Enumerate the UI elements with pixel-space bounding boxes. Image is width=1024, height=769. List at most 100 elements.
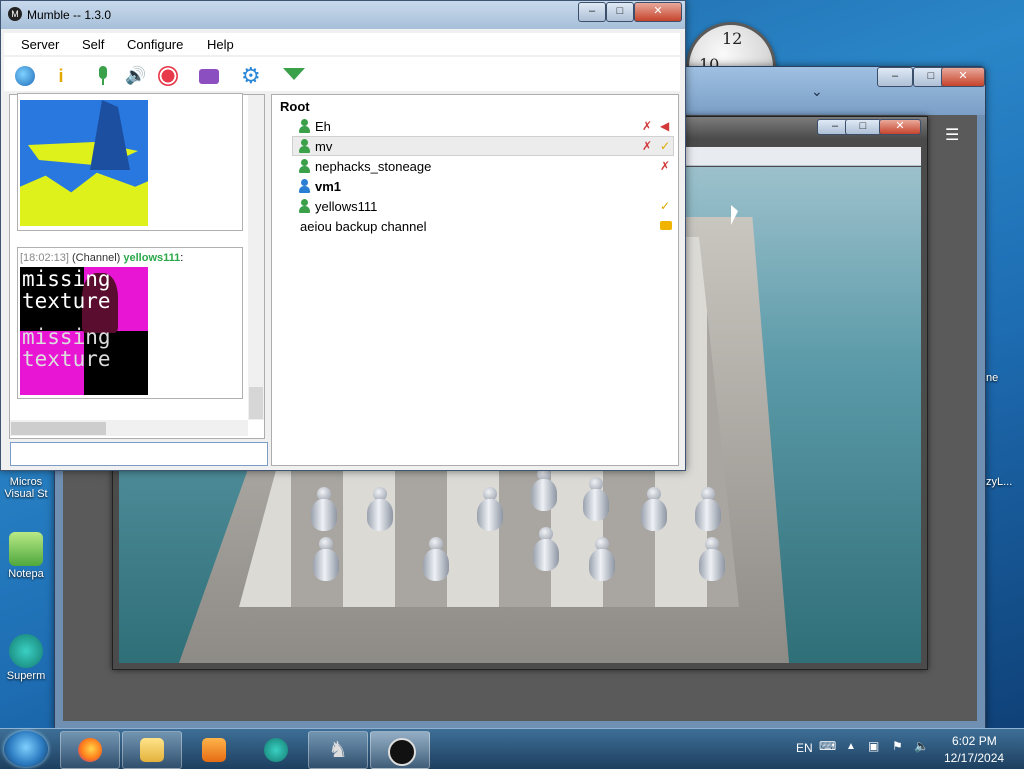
desktop-icon-label-right[interactable]: ne (986, 372, 998, 384)
chess-piece[interactable] (587, 537, 617, 581)
chess-piece[interactable] (421, 537, 451, 581)
clock-date[interactable]: 12/17/2024 (944, 751, 1004, 765)
chat-log[interactable]: [18:02:13] (Channel) yellows111: missing… (9, 93, 265, 439)
window-title: Mumble -- 1.3.0 (27, 8, 112, 22)
comment-icon[interactable] (199, 69, 219, 84)
mumble-window: M Mumble -- 1.3.0 – □ ✕ Server Self Conf… (0, 0, 686, 471)
taskbar-mumble[interactable] (370, 731, 430, 769)
muted-mic-icon: ✗ (642, 139, 653, 153)
menu-server[interactable]: Server (21, 37, 59, 52)
chess-piece[interactable] (531, 527, 561, 571)
tree-user[interactable]: nephacks_stoneage ✗ (272, 156, 676, 176)
scrollbar-thumb[interactable] (11, 422, 106, 435)
chess-piece[interactable] (529, 467, 559, 511)
chess-piece[interactable] (639, 487, 669, 531)
message-username[interactable]: yellows111 (123, 252, 180, 264)
menu-self[interactable]: Self (82, 37, 104, 52)
filter-icon[interactable] (283, 68, 305, 80)
tree-user[interactable]: yellows111 ✓ (272, 196, 676, 216)
chess-piece[interactable] (311, 537, 341, 581)
menu-configure[interactable]: Configure (127, 37, 183, 52)
volume-icon[interactable]: 🔈 (914, 739, 929, 753)
desktop-icon-notepad[interactable]: Notepa (0, 532, 52, 580)
chat-input[interactable] (10, 442, 268, 466)
desktop-icon-label: Superm (6, 670, 46, 682)
menu-icon[interactable]: ☰ (945, 125, 959, 145)
chat-image (20, 100, 148, 226)
tree-user[interactable]: vm1 (272, 176, 676, 196)
start-button[interactable] (4, 731, 48, 767)
desktop-icon-label: Micros Visual St (4, 476, 48, 500)
chess-piece[interactable] (365, 487, 395, 531)
action-center-flag-icon[interactable]: ⚑ (892, 739, 903, 753)
chess-piece[interactable] (475, 487, 505, 531)
firefox-icon (78, 738, 102, 762)
clock-time[interactable]: 6:02 PM (952, 734, 997, 748)
user-icon (299, 159, 310, 173)
comment-icon (660, 221, 672, 230)
connect-globe-icon[interactable] (15, 66, 35, 86)
minimize-button[interactable]: – (877, 67, 913, 87)
texture-text: missing (22, 267, 111, 291)
user-name: nephacks_stoneage (315, 159, 432, 174)
close-button[interactable]: ✕ (634, 2, 682, 22)
menubar: Server Self Configure Help (4, 33, 680, 55)
muted-mic-icon: ✗ (642, 119, 653, 133)
mumble-titlebar[interactable]: M Mumble -- 1.3.0 – □ ✕ (1, 1, 685, 29)
user-name: vm1 (315, 179, 342, 194)
network-icon[interactable]: ▣ (868, 739, 879, 753)
user-icon (299, 119, 310, 133)
desktop-icon-label-right[interactable]: zyL... (986, 476, 1012, 488)
taskbar-media-player[interactable] (184, 731, 244, 769)
chess-piece[interactable] (697, 537, 727, 581)
chat-message: [18:02:13] (Channel) yellows111: missing… (17, 247, 243, 399)
desktop-icon-supermium[interactable]: Superm (0, 634, 52, 682)
chat-horizontal-scrollbar[interactable] (10, 420, 248, 436)
chat-vertical-scrollbar[interactable] (248, 95, 264, 420)
speaker-icon[interactable]: 🔊 (125, 66, 146, 86)
tree-root[interactable]: Root (272, 96, 676, 116)
chat-image-missing-texture: missing texture missing texture (20, 267, 148, 395)
taskbar-chess[interactable]: ♞ (308, 731, 368, 769)
settings-gear-icon[interactable]: ⚙ (241, 65, 261, 87)
message-timestamp: [18:02:13] (20, 252, 69, 264)
desktop-icon-visual-studio[interactable]: Micros Visual St (0, 476, 52, 500)
taskbar-firefox[interactable] (60, 731, 120, 769)
supermium-icon (9, 634, 43, 668)
tree-user[interactable]: Eh ✗ ◀ (272, 116, 676, 136)
keyboard-icon[interactable]: ⌨ (819, 739, 836, 753)
language-indicator[interactable]: EN (796, 741, 813, 755)
user-icon (299, 199, 310, 213)
record-icon[interactable] (158, 66, 178, 86)
chess-piece[interactable] (309, 487, 339, 531)
minimize-button[interactable]: – (578, 2, 606, 22)
chess-close-button[interactable]: ✕ (879, 119, 921, 135)
taskbar-supermium[interactable] (246, 731, 306, 769)
texture-text: texture (22, 289, 111, 313)
chess-piece[interactable] (693, 487, 723, 531)
taskbar-explorer[interactable] (122, 731, 182, 769)
mumble-icon (388, 738, 416, 766)
scrollbar-thumb[interactable] (249, 387, 263, 419)
user-name: mv (315, 139, 333, 154)
microphone-icon[interactable] (93, 66, 113, 86)
chess-maximize-button[interactable]: □ (845, 119, 881, 135)
check-icon: ✓ (660, 139, 671, 153)
chevron-down-icon[interactable]: ⌄ (811, 83, 823, 100)
chess-piece[interactable] (581, 477, 611, 521)
menu-help[interactable]: Help (207, 37, 234, 52)
channel-tree[interactable]: Root Eh ✗ ◀ mv ✗ ✓ nephacks_stoneage ✗ v… (271, 94, 679, 466)
show-hidden-icons-icon[interactable]: ▲ (846, 741, 856, 752)
tree-channel[interactable]: aeiou backup channel (272, 216, 676, 236)
channel-name: aeiou backup channel (300, 219, 427, 234)
maximize-button[interactable]: □ (606, 2, 634, 22)
info-icon[interactable]: i (51, 66, 71, 86)
media-player-icon (202, 738, 226, 762)
texture-text: texture (22, 347, 111, 371)
message-colon: : (180, 252, 184, 264)
mumble-app-icon: M (8, 7, 22, 21)
mouse-cursor-icon (731, 205, 738, 225)
close-button[interactable]: ✕ (941, 67, 985, 87)
tree-user-selected[interactable]: mv ✗ ✓ (292, 136, 674, 156)
notepad-icon (9, 532, 43, 566)
